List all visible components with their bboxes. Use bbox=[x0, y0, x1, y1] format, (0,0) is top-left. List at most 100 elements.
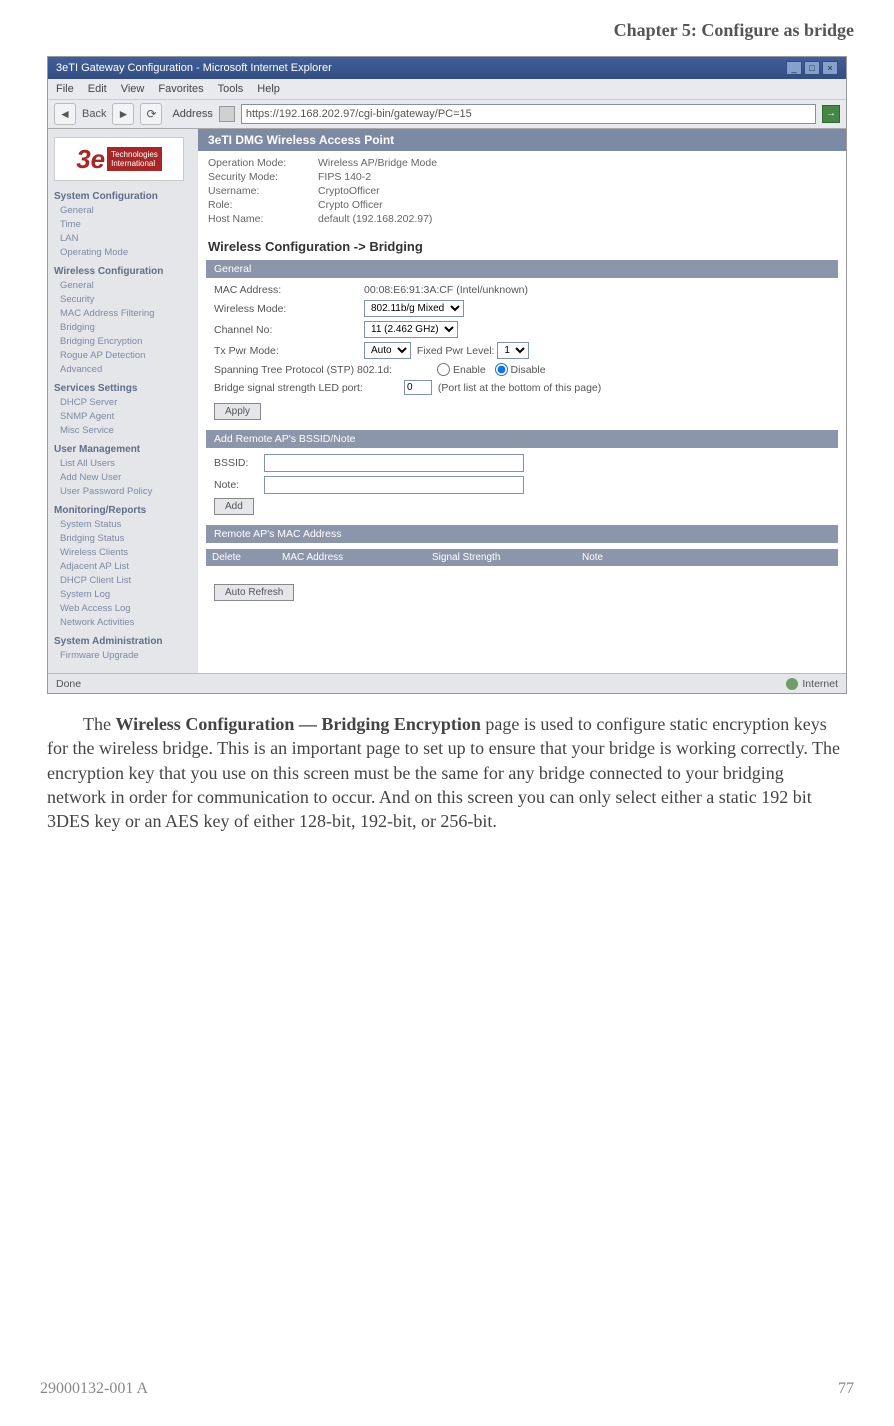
nav-syslog[interactable]: System Log bbox=[60, 588, 192, 602]
menu-help[interactable]: Help bbox=[257, 83, 280, 95]
close-button[interactable]: × bbox=[822, 61, 838, 75]
nav-brstatus[interactable]: Bridging Status bbox=[60, 532, 192, 546]
nav-general[interactable]: General bbox=[60, 204, 192, 218]
logo-text: TechnologiesInternational bbox=[107, 147, 162, 171]
addremote-head: Add Remote AP's BSSID/Note bbox=[206, 430, 838, 448]
nav-head-monitor: Monitoring/Reports bbox=[54, 505, 192, 516]
host-value: default (192.168.202.97) bbox=[318, 213, 432, 225]
nav-head-services: Services Settings bbox=[54, 383, 192, 394]
banner: 3eTI DMG Wireless Access Point bbox=[198, 129, 846, 151]
add-button[interactable]: Add bbox=[214, 498, 254, 515]
nav-security[interactable]: Security bbox=[60, 293, 192, 307]
section-title: Wireless Configuration -> Bridging bbox=[198, 233, 846, 256]
nav-bridging-enc[interactable]: Bridging Encryption bbox=[60, 335, 192, 349]
nav-head-user: User Management bbox=[54, 444, 192, 455]
op-mode-value: Wireless AP/Bridge Mode bbox=[318, 157, 437, 169]
nav-pwdpolicy[interactable]: User Password Policy bbox=[60, 485, 192, 499]
nav-advanced[interactable]: Advanced bbox=[60, 363, 192, 377]
nav-sysstatus[interactable]: System Status bbox=[60, 518, 192, 532]
nav-dhcp[interactable]: DHCP Server bbox=[60, 396, 192, 410]
menu-edit[interactable]: Edit bbox=[88, 83, 107, 95]
host-label: Host Name: bbox=[208, 213, 318, 225]
back-button[interactable]: ◄ bbox=[54, 103, 76, 125]
tx-select[interactable]: Auto bbox=[364, 342, 411, 359]
chan-label: Channel No: bbox=[214, 324, 364, 336]
window-title: 3eTI Gateway Configuration - Microsoft I… bbox=[56, 62, 332, 74]
go-button[interactable]: → bbox=[822, 105, 840, 123]
menu-favorites[interactable]: Favorites bbox=[158, 83, 203, 95]
nav-dhcplist[interactable]: DHCP Client List bbox=[60, 574, 192, 588]
stp-label: Spanning Tree Protocol (STP) 802.1d: bbox=[214, 364, 434, 376]
p1-b: Wireless Configuration — Bridging Encryp… bbox=[115, 714, 480, 734]
led-input[interactable] bbox=[404, 380, 432, 395]
nav-lan[interactable]: LAN bbox=[60, 232, 192, 246]
status-bar: Done Internet bbox=[48, 673, 846, 693]
nav-adjap[interactable]: Adjacent AP List bbox=[60, 560, 192, 574]
address-label: Address bbox=[172, 108, 212, 120]
tx-fixed-select[interactable]: 1 bbox=[497, 342, 529, 359]
status-zone: Internet bbox=[786, 678, 838, 690]
nav-time[interactable]: Time bbox=[60, 218, 192, 232]
nav-rogue[interactable]: Rogue AP Detection bbox=[60, 349, 192, 363]
led-label: Bridge signal strength LED port: bbox=[214, 382, 404, 394]
menu-view[interactable]: View bbox=[121, 83, 145, 95]
window-buttons: _ □ × bbox=[786, 61, 838, 75]
nav-opmode[interactable]: Operating Mode bbox=[60, 246, 192, 260]
stp-enable-label: Enable bbox=[453, 364, 486, 376]
nav-wgeneral[interactable]: General bbox=[60, 279, 192, 293]
col-signal: Signal Strength bbox=[432, 552, 582, 563]
zone-label: Internet bbox=[802, 678, 838, 690]
bssid-label: BSSID: bbox=[214, 457, 264, 469]
chapter-header: Chapter 5: Configure as bridge bbox=[40, 20, 854, 41]
nav-weblog[interactable]: Web Access Log bbox=[60, 602, 192, 616]
wmode-select[interactable]: 802.11b/g Mixed bbox=[364, 300, 464, 317]
info-block: Operation Mode:Wireless AP/Bridge Mode S… bbox=[198, 151, 846, 233]
nav-firmware[interactable]: Firmware Upgrade bbox=[60, 649, 192, 663]
nav-snmp[interactable]: SNMP Agent bbox=[60, 410, 192, 424]
nav-head-system: System Configuration bbox=[54, 191, 192, 202]
auto-refresh-button[interactable]: Auto Refresh bbox=[214, 584, 294, 601]
stp-enable-radio[interactable] bbox=[437, 363, 450, 376]
menu-tools[interactable]: Tools bbox=[218, 83, 244, 95]
minimize-button[interactable]: _ bbox=[786, 61, 802, 75]
menu-file[interactable]: File bbox=[56, 83, 74, 95]
chan-select[interactable]: 11 (2.462 GHz) bbox=[364, 321, 458, 338]
op-mode-label: Operation Mode: bbox=[208, 157, 318, 169]
nav-macfilter[interactable]: MAC Address Filtering bbox=[60, 307, 192, 321]
role-label: Role: bbox=[208, 199, 318, 211]
note-label: Note: bbox=[214, 479, 264, 491]
main-content: 3eTI DMG Wireless Access Point Operation… bbox=[198, 129, 846, 673]
user-value: CryptoOfficer bbox=[318, 185, 380, 197]
nav-netact[interactable]: Network Activities bbox=[60, 616, 192, 630]
nav-adduser[interactable]: Add New User bbox=[60, 471, 192, 485]
sec-mode-label: Security Mode: bbox=[208, 171, 318, 183]
refresh-button[interactable]: ⟳ bbox=[140, 103, 162, 125]
general-head: General bbox=[206, 260, 838, 278]
mac-value: 00:08:E6:91:3A:CF (Intel/unknown) bbox=[364, 284, 528, 296]
body-text: The Wireless Configuration — Bridging En… bbox=[47, 712, 847, 833]
note-input[interactable] bbox=[264, 476, 524, 494]
toolbar: ◄ Back ► ⟳ Address → bbox=[48, 99, 846, 129]
nav-wclients[interactable]: Wireless Clients bbox=[60, 546, 192, 560]
apply-button[interactable]: Apply bbox=[214, 403, 261, 420]
logo-icon: 3e bbox=[76, 144, 105, 175]
nav-bridging[interactable]: Bridging bbox=[60, 321, 192, 335]
remote-table-header: Delete MAC Address Signal Strength Note bbox=[206, 549, 838, 566]
nav-misc[interactable]: Misc Service bbox=[60, 424, 192, 438]
stp-disable-radio[interactable] bbox=[495, 363, 508, 376]
page-footer: 29000132-001 A 77 bbox=[40, 1380, 854, 1398]
bssid-input[interactable] bbox=[264, 454, 524, 472]
internet-icon bbox=[786, 678, 798, 690]
p1-a: The bbox=[83, 714, 115, 734]
remote-head: Remote AP's MAC Address bbox=[206, 525, 838, 543]
window-titlebar: 3eTI Gateway Configuration - Microsoft I… bbox=[48, 57, 846, 79]
maximize-button[interactable]: □ bbox=[804, 61, 820, 75]
stp-disable-label: Disable bbox=[511, 364, 546, 376]
address-input[interactable] bbox=[241, 104, 816, 124]
logo: 3e TechnologiesInternational bbox=[54, 137, 184, 181]
forward-button[interactable]: ► bbox=[112, 103, 134, 125]
nav-listusers[interactable]: List All Users bbox=[60, 457, 192, 471]
mac-label: MAC Address: bbox=[214, 284, 364, 296]
role-value: Crypto Officer bbox=[318, 199, 383, 211]
sidebar: 3e TechnologiesInternational System Conf… bbox=[48, 129, 198, 673]
